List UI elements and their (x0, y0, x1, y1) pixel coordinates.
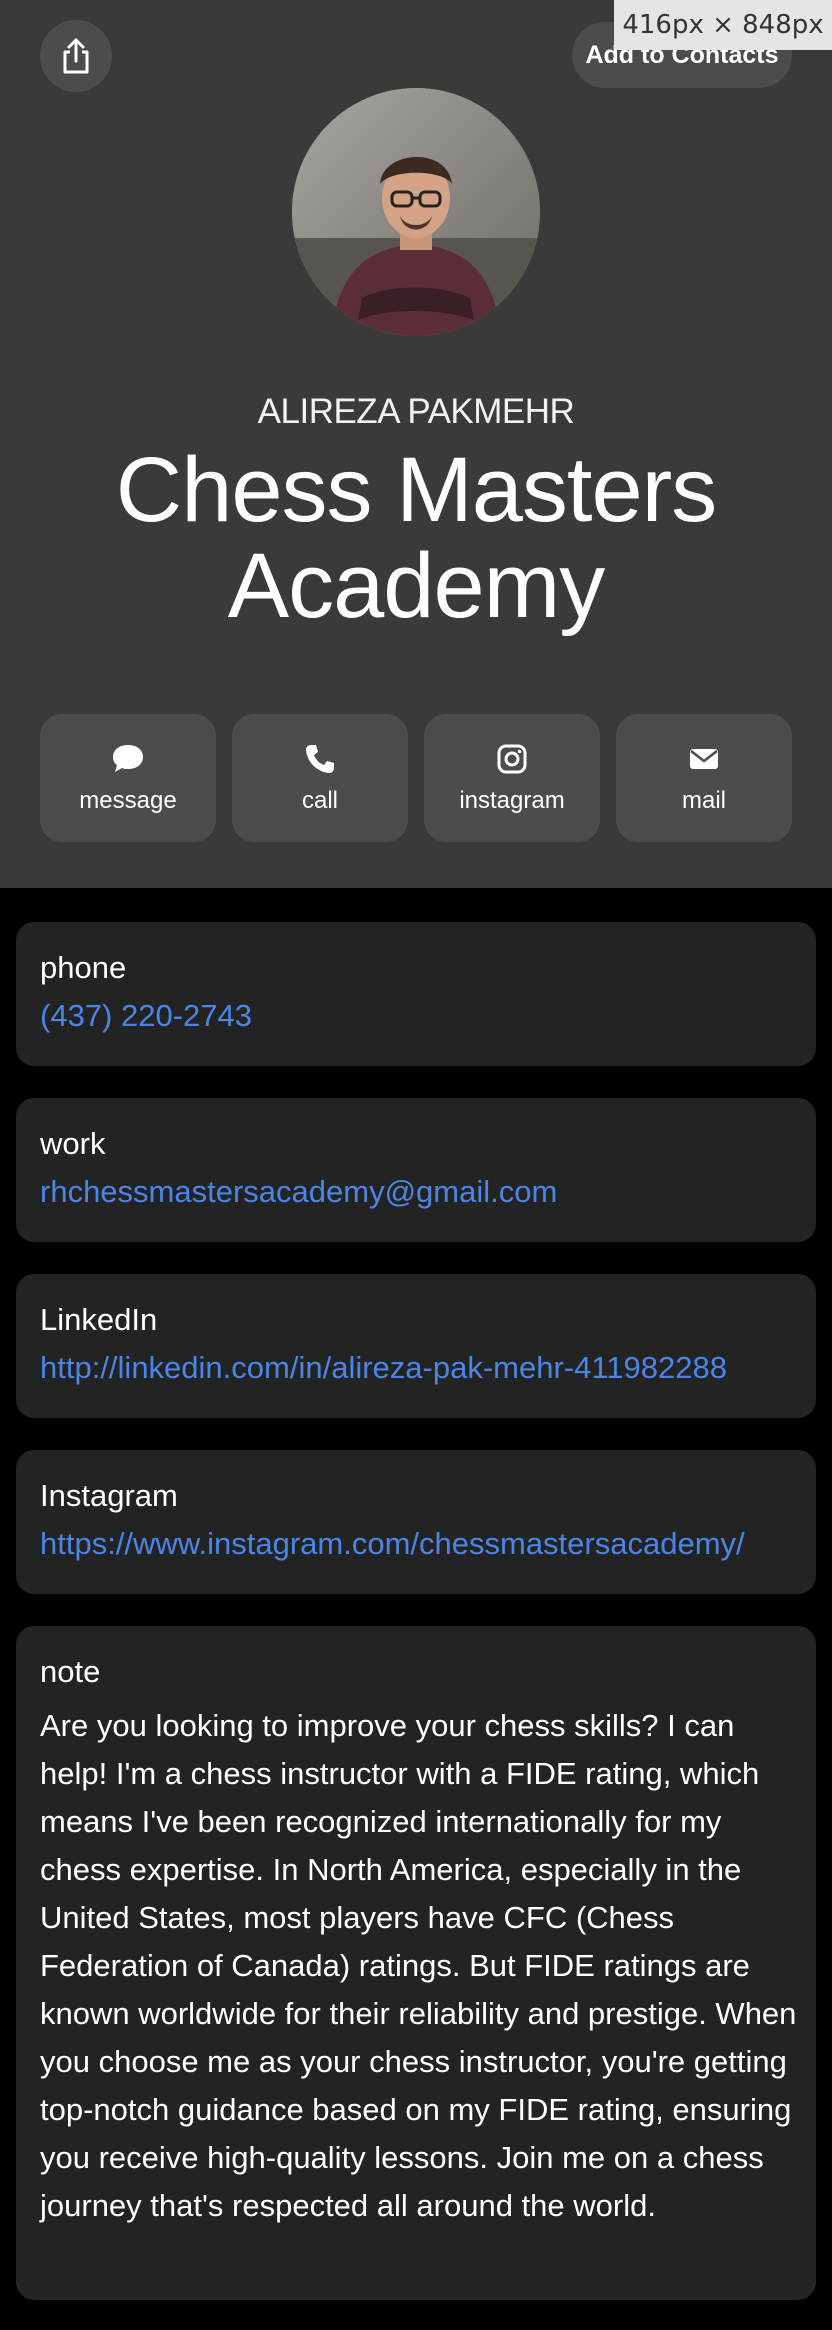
mail-button[interactable]: mail (616, 714, 792, 842)
instagram-button[interactable]: instagram (424, 714, 600, 842)
message-bubble-icon (113, 745, 143, 772)
profile-photo (292, 88, 540, 336)
avatar (292, 88, 540, 336)
phone-link[interactable]: (437) 220-2743 (40, 998, 252, 1034)
note-card: note Are you looking to improve your che… (16, 1626, 816, 2300)
message-label: message (79, 787, 177, 814)
phone-label: phone (40, 950, 127, 985)
instagram-label: instagram (459, 787, 565, 814)
phone-icon (306, 745, 334, 773)
message-button[interactable]: message (40, 714, 216, 842)
instagram-card: Instagram https://www.instagram.com/ches… (16, 1450, 816, 1594)
share-icon (63, 38, 89, 74)
envelope-icon (690, 749, 718, 769)
phone-card: phone (437) 220-2743 (16, 922, 816, 1066)
instagram-field-label: Instagram (40, 1478, 178, 1513)
instagram-link[interactable]: https://www.instagram.com/chessmastersac… (40, 1526, 745, 1562)
linkedin-label: LinkedIn (40, 1302, 158, 1337)
share-button[interactable] (40, 20, 112, 92)
call-label: call (301, 787, 338, 814)
linkedin-card: LinkedIn http://linkedin.com/in/alireza-… (16, 1274, 816, 1418)
contact-name: ALIREZA PAKMEHR (257, 392, 575, 431)
work-email-card: work rhchessmastersacademy@gmail.com (16, 1098, 816, 1242)
quick-actions: message call instagram mail (40, 714, 792, 842)
contact-header: Add to Contacts 416px × 848px ALIREZA PA… (0, 0, 832, 888)
mail-label: mail (681, 787, 726, 814)
work-label: work (40, 1126, 106, 1161)
organization-title: Chess Masters Academy (115, 439, 718, 637)
note-label: note (40, 1654, 101, 1689)
instagram-icon (497, 744, 527, 774)
dimension-badge: 416px × 848px (614, 0, 832, 50)
linkedin-link[interactable]: http://linkedin.com/in/alireza-pak-mehr-… (40, 1350, 727, 1386)
work-email-link[interactable]: rhchessmastersacademy@gmail.com (40, 1174, 557, 1210)
call-button[interactable]: call (232, 714, 408, 842)
note-text: Are you looking to improve your chess sk… (40, 1708, 797, 2223)
